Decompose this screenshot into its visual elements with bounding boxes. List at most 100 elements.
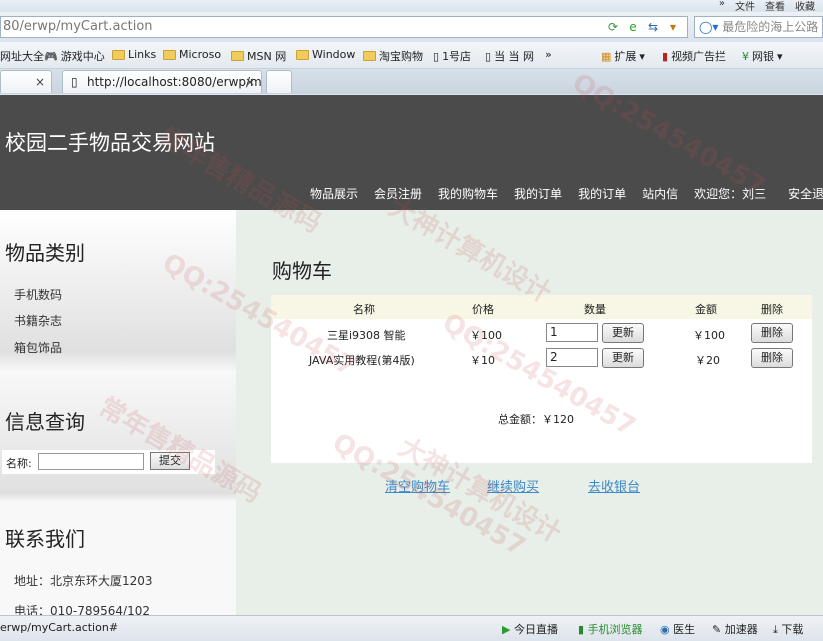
col-name: 名称 xyxy=(353,303,375,316)
nav-item-messages[interactable]: 站内信 xyxy=(642,185,678,202)
tab-bar: × ▯ http://localhost:8080/erwp/m × xyxy=(0,69,823,94)
search-engine-icon[interactable]: ◯▾ xyxy=(699,20,718,34)
status-live[interactable]: ▶ 今日直播 xyxy=(502,621,558,637)
url-text: 80/erwp/myCart.action xyxy=(3,19,153,34)
dropdown-icon[interactable]: ▾ xyxy=(665,19,681,35)
search-box[interactable]: ◯▾ 最危险的海上公路 xyxy=(694,16,823,38)
delete-button[interactable]: 删除 xyxy=(751,348,793,368)
item-name: 三星i9308 智能 xyxy=(327,329,406,342)
fav-label: 扩展 xyxy=(614,50,637,63)
status-label: 医生 xyxy=(673,623,696,636)
web-page: 校园二手物品交易网站 物品展示 会员注册 我的购物车 我的订单 我的订单 站内信… xyxy=(0,95,823,615)
nav-item-cart[interactable]: 我的购物车 xyxy=(438,185,498,202)
status-accelerator[interactable]: ✎ 加速器 xyxy=(712,621,758,637)
categories-title: 物品类别 xyxy=(5,241,85,265)
site-header: 校园二手物品交易网站 物品展示 会员注册 我的购物车 我的订单 我的订单 站内信… xyxy=(0,95,823,210)
fav-label: 网银 xyxy=(752,50,774,63)
category-bags[interactable]: 箱包饰品 xyxy=(14,339,62,356)
compat-icon[interactable]: e xyxy=(625,19,641,35)
shield-icon: ◉ xyxy=(660,623,670,636)
phone-icon: ▮ xyxy=(578,623,585,636)
refresh-icon[interactable]: ⟳ xyxy=(605,19,621,35)
fav-msn[interactable]: MSN 网 xyxy=(231,48,286,64)
query-name-input[interactable] xyxy=(38,453,144,470)
cart-table: 名称 价格 数量 金额 删除 三星i9308 智能 ￥100 1 更新 ￥100… xyxy=(271,295,812,463)
status-download[interactable]: ⤓ 下载 xyxy=(773,621,803,637)
nav-item-logout[interactable]: 安全退出 xyxy=(788,185,823,202)
fav-label: 游戏中心 xyxy=(60,50,105,63)
fav-more[interactable]: » xyxy=(545,48,552,61)
close-icon[interactable]: × xyxy=(35,71,45,93)
fav-bank[interactable]: ¥ 网银 ▾ xyxy=(742,48,783,64)
fav-sites[interactable]: 网址大全 xyxy=(0,48,44,64)
nav-item-register[interactable]: 会员注册 xyxy=(374,185,422,202)
address-bar: 80/erwp/myCart.action ⟳ e ⇆ ▾ ◯▾ 最危险的海上公… xyxy=(0,12,823,42)
back-forward-icon[interactable]: ⇆ xyxy=(645,19,661,35)
folder-icon xyxy=(296,49,309,60)
cart-header-row: 名称 价格 数量 金额 删除 xyxy=(271,295,812,319)
fav-taobao[interactable]: 淘宝购物 xyxy=(363,48,423,64)
nav-item-goods[interactable]: 物品展示 xyxy=(310,185,358,202)
nav-item-orders-2[interactable]: 我的订单 xyxy=(578,185,626,202)
item-price: ￥10 xyxy=(470,354,495,367)
fav-links[interactable]: Links xyxy=(112,48,156,61)
fav-label: MSN 网 xyxy=(247,50,287,63)
play-icon: ▶ xyxy=(502,623,511,636)
tab-active[interactable]: ▯ http://localhost:8080/erwp/m × xyxy=(62,70,262,93)
col-qty: 数量 xyxy=(584,303,606,316)
browser-menubar: » 文件 查看 收藏 xyxy=(0,0,823,13)
tab-previous[interactable]: × xyxy=(0,70,52,93)
delete-button[interactable]: 删除 xyxy=(751,323,793,343)
qty-input[interactable]: 1 xyxy=(546,323,598,342)
status-label: 下载 xyxy=(781,623,804,636)
category-phones[interactable]: 手机数码 xyxy=(14,286,62,303)
tab-label: http://localhost:8080/erwp/m xyxy=(87,75,262,89)
fav-yhd[interactable]: ▯ 1号店 xyxy=(433,48,471,64)
site-title: 校园二手物品交易网站 xyxy=(5,131,215,155)
col-amount: 金额 xyxy=(695,303,717,316)
status-doctor[interactable]: ◉ 医生 xyxy=(660,621,695,637)
fav-windows[interactable]: Window xyxy=(296,48,355,61)
folder-icon xyxy=(163,49,176,60)
update-button[interactable]: 更新 xyxy=(602,323,644,343)
query-submit-button[interactable]: 提交 xyxy=(150,452,190,470)
fav-adblock[interactable]: ▮ 视频广告拦 xyxy=(662,48,726,64)
continue-shopping-link[interactable]: 继续购买 xyxy=(487,476,539,495)
fav-games[interactable]: 🎮 游戏中心 xyxy=(44,48,105,64)
query-form: 名称: 提交 xyxy=(2,450,215,474)
checkout-link[interactable]: 去收银台 xyxy=(588,476,640,495)
url-field[interactable]: 80/erwp/myCart.action ⟳ e ⇆ ▾ xyxy=(0,16,688,38)
nav-item-orders[interactable]: 我的订单 xyxy=(514,185,562,202)
status-bar: erwp/myCart.action# ▶ 今日直播 ▮ 手机浏览器 ◉ 医生 … xyxy=(0,615,823,641)
folder-icon xyxy=(363,51,376,61)
chevron-down-icon: ▾ xyxy=(777,49,783,63)
qty-input[interactable]: 2 xyxy=(546,348,598,367)
fav-label: Links xyxy=(128,48,157,61)
clear-cart-link[interactable]: 清空购物车 xyxy=(385,476,450,495)
chevron-down-icon: ▾ xyxy=(639,49,645,63)
status-url: erwp/myCart.action# xyxy=(0,621,119,634)
item-amount: ￥20 xyxy=(695,354,720,367)
close-icon[interactable]: × xyxy=(245,71,255,93)
fav-label: 1号店 xyxy=(442,50,472,63)
fav-microsoft[interactable]: Microso xyxy=(163,48,221,61)
page-icon: ▯ xyxy=(485,49,492,63)
col-price: 价格 xyxy=(472,303,494,316)
cart-total: 总金额：￥120 xyxy=(498,413,574,426)
fav-label: 淘宝购物 xyxy=(379,50,423,63)
fav-extensions[interactable]: ▦ 扩展 ▾ xyxy=(601,48,645,64)
fav-label: 网址大全 xyxy=(0,50,44,63)
fav-label: » xyxy=(545,48,552,61)
new-tab-button[interactable] xyxy=(266,70,292,93)
gamepad-icon: 🎮 xyxy=(44,49,58,63)
cart-title: 购物车 xyxy=(272,259,332,283)
item-price: ￥100 xyxy=(470,329,502,342)
grid-icon: ▦ xyxy=(601,49,612,63)
fav-dangdang[interactable]: ▯ 当 当 网 xyxy=(485,48,534,64)
update-button[interactable]: 更新 xyxy=(602,348,644,368)
status-mobile[interactable]: ▮ 手机浏览器 xyxy=(578,621,643,637)
page-icon: ▯ xyxy=(71,75,78,89)
category-books[interactable]: 书籍杂志 xyxy=(14,312,62,329)
search-placeholder: 最危险的海上公路 xyxy=(722,20,819,34)
fav-label: 视频广告拦 xyxy=(671,50,727,63)
